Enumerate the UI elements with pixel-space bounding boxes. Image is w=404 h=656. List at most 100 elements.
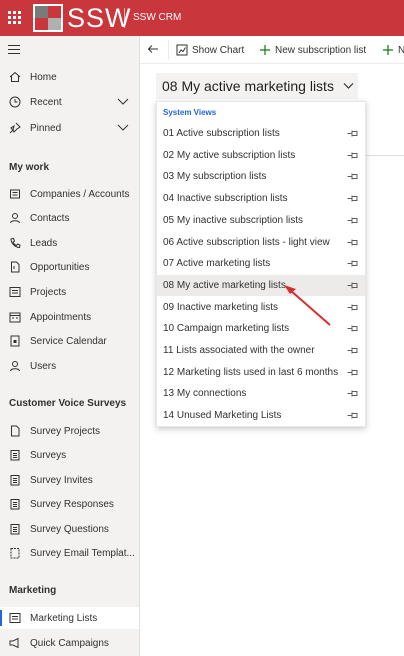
back-button[interactable]: [147, 43, 163, 55]
sidebar-item-survey-projects[interactable]: Survey Projects: [0, 420, 139, 442]
dropdown-item[interactable]: 04 Inactive subscription lists: [157, 188, 365, 209]
view-selector[interactable]: 08 My active marketing lists: [156, 73, 358, 99]
hamburger-menu-icon[interactable]: [8, 45, 20, 57]
annotation-arrow: [284, 285, 331, 326]
calendar-icon: [0, 311, 30, 323]
show-chart-button[interactable]: Show Chart: [176, 44, 244, 56]
logo-text: SSW: [67, 3, 132, 33]
chevron-down-icon[interactable]: [117, 96, 129, 106]
sidebar-item-label: Leads: [30, 237, 58, 249]
person-icon: [0, 360, 30, 372]
sidebar-item-label: Home: [30, 71, 57, 83]
pin-icon[interactable]: [347, 194, 359, 203]
sidebar-item-pinned[interactable]: Pinned: [0, 117, 139, 139]
building-icon: [0, 188, 30, 200]
dropdown-item[interactable]: 03 My subscription lists: [157, 166, 365, 187]
sidebar-item-contacts[interactable]: Contacts: [0, 207, 139, 229]
pin-icon[interactable]: [347, 172, 359, 181]
pin-icon[interactable]: [347, 324, 359, 333]
pin-icon[interactable]: [347, 151, 359, 160]
sidebar-item-surveys[interactable]: Surveys: [0, 444, 139, 466]
pin-icon[interactable]: [347, 389, 359, 398]
clipboard-icon: [0, 449, 30, 461]
dropdown-item-label: 11 Lists associated with the owner: [163, 345, 315, 356]
sidebar-item-label: Service Calendar: [30, 335, 107, 347]
pin-icon[interactable]: [347, 281, 359, 290]
view-title: 08 My active marketing lists: [162, 78, 334, 94]
sidebar-item-label: Survey Invites: [30, 474, 93, 486]
app-name[interactable]: SSW CRM: [133, 12, 181, 23]
sidebar-item-marketing-lists[interactable]: Marketing Lists: [0, 607, 139, 629]
clipboard-icon: [0, 498, 30, 510]
section-title-customer-voice-surveys: Customer Voice Surveys: [9, 398, 127, 409]
sidebar-item-survey-questions[interactable]: Survey Questions: [0, 518, 139, 540]
new-subscription-list-button[interactable]: New subscription list: [259, 44, 366, 56]
chart-icon: [176, 44, 188, 56]
sidebar-item-survey-invites[interactable]: Survey Invites: [0, 469, 139, 491]
home-icon: [0, 71, 30, 83]
sidebar-item-opportunities[interactable]: Opportunities: [0, 256, 139, 278]
sidebar-item-service-calendar[interactable]: Service Calendar: [0, 330, 139, 352]
list-icon: [0, 286, 30, 298]
sidebar-item-label: Users: [30, 360, 57, 372]
dropdown-item-label: 04 Inactive subscription lists: [163, 193, 288, 205]
clipboard-icon: [0, 523, 30, 535]
sidebar-item-label: Survey Questions: [30, 523, 109, 535]
sidebar-item-survey-responses[interactable]: Survey Responses: [0, 493, 139, 515]
document-icon: [0, 261, 30, 273]
new-button[interactable]: N: [382, 44, 404, 56]
dropdown-item[interactable]: 07 Active marketing lists: [157, 253, 365, 274]
pin-icon[interactable]: [347, 411, 359, 420]
view-dropdown: System Views 01 Active subscription list…: [156, 101, 366, 427]
dropdown-item-label: 13 My connections: [163, 388, 247, 400]
grid-header-line: [365, 155, 404, 156]
dropdown-item[interactable]: 12 Marketing lists used in last 6 months: [157, 362, 365, 383]
section-title-marketing: Marketing: [9, 585, 57, 596]
sidebar-item-recent[interactable]: Recent: [0, 91, 139, 113]
sidebar-item-label: Opportunities: [30, 261, 90, 273]
pin-icon[interactable]: [347, 129, 359, 138]
pin-icon[interactable]: [347, 216, 359, 225]
campaign-icon: [0, 637, 30, 649]
sidebar-item-label: Quick Campaigns: [30, 637, 109, 649]
dropdown-item[interactable]: 11 Lists associated with the owner: [157, 340, 365, 361]
sidebar-item-label: Survey Responses: [30, 498, 114, 510]
sidebar-item-home[interactable]: Home: [0, 66, 139, 88]
dropdown-item[interactable]: 02 My active subscription lists: [157, 145, 365, 166]
show-chart-label: Show Chart: [192, 44, 245, 56]
section-title-my-work: My work: [9, 162, 50, 173]
dropdown-item-label: 01 Active subscription lists: [163, 128, 280, 139]
chevron-down-icon[interactable]: [117, 122, 129, 132]
dropdown-item-label: 08 My active marketing lists: [163, 279, 286, 291]
dropdown-item[interactable]: 01 Active subscription lists: [157, 123, 365, 144]
app-launcher-icon[interactable]: [8, 11, 22, 25]
template-icon: [0, 547, 30, 559]
pin-icon[interactable]: [347, 238, 359, 247]
pin-icon[interactable]: [347, 368, 359, 377]
dropdown-item-label: 02 My active subscription lists: [163, 149, 296, 161]
sidebar-item-label: Marketing Lists: [30, 612, 98, 624]
dropdown-item[interactable]: 05 My inactive subscription lists: [157, 210, 365, 231]
list-icon: [0, 612, 30, 624]
sidebar-item-appointments[interactable]: Appointments: [0, 306, 139, 328]
sidebar-item-users[interactable]: Users: [0, 355, 139, 377]
command-bar: Show Chart New subscription list N: [140, 36, 404, 64]
pin-icon[interactable]: [347, 303, 359, 312]
dropdown-item[interactable]: 13 My connections: [157, 383, 365, 404]
dropdown-item[interactable]: 06 Active subscription lists - light vie…: [157, 232, 365, 253]
pin-icon[interactable]: [347, 259, 359, 268]
sidebar-item-survey-email-templates[interactable]: Survey Email Templat...: [0, 542, 139, 564]
sidebar-item-companies[interactable]: Companies / Accounts: [0, 183, 139, 205]
dropdown-item[interactable]: 14 Unused Marketing Lists: [157, 405, 365, 426]
top-bar: SSW SSW CRM: [0, 0, 404, 36]
sidebar-item-label: Companies / Accounts: [30, 188, 130, 200]
sidebar-item-label: Survey Projects: [30, 425, 101, 437]
sidebar-item-quick-campaigns[interactable]: Quick Campaigns: [0, 632, 139, 654]
new-button-label: N: [398, 44, 404, 56]
dropdown-item-label: 10 Campaign marketing lists: [163, 323, 290, 335]
sidebar-item-leads[interactable]: Leads: [0, 232, 139, 254]
sidebar-item-projects[interactable]: Projects: [0, 281, 139, 303]
back-arrow-icon: [147, 45, 158, 53]
pin-icon[interactable]: [347, 346, 359, 355]
sidebar: Home Recent Pinned My work Companies / A…: [0, 36, 140, 656]
